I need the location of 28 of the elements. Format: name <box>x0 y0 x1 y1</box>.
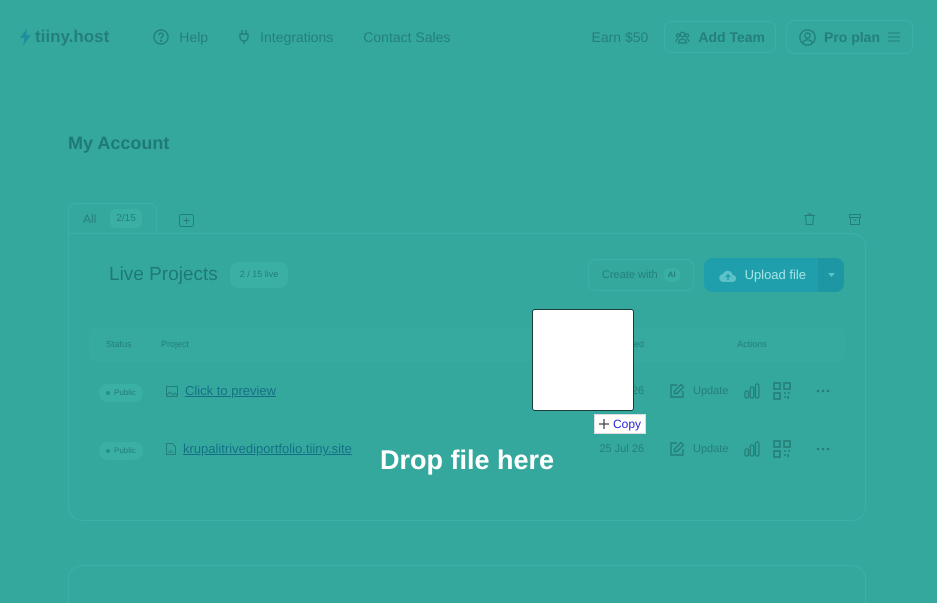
add-tab-icon[interactable] <box>178 214 194 227</box>
project-link[interactable]: krupalitrivediportfolio.tiiny.site <box>183 439 352 459</box>
qr-code-icon[interactable] <box>773 382 792 400</box>
image-icon <box>166 386 178 396</box>
trash-icon[interactable] <box>804 213 815 225</box>
more-icon[interactable] <box>816 447 830 451</box>
bar-chart-icon[interactable] <box>744 383 760 399</box>
drop-message: Drop file here <box>380 444 554 477</box>
bar-chart-icon[interactable] <box>744 441 760 457</box>
archive-icon[interactable] <box>849 214 861 225</box>
lightning-bolt-icon <box>20 28 31 46</box>
upload-options-button[interactable] <box>818 258 844 292</box>
plus-icon <box>599 419 609 429</box>
user-icon <box>798 28 816 46</box>
people-icon <box>675 30 690 44</box>
project-link[interactable]: Click to preview <box>185 381 276 401</box>
file-icon <box>166 443 176 455</box>
edit-icon[interactable] <box>669 441 685 457</box>
copy-label: Copy <box>613 416 642 433</box>
menu-icon <box>888 32 900 42</box>
edit-icon[interactable] <box>669 383 685 399</box>
caret-icon <box>828 273 834 277</box>
qr-code-icon[interactable] <box>773 440 792 458</box>
more-icon[interactable] <box>816 389 830 393</box>
upload-file-button[interactable]: Upload file <box>704 258 818 292</box>
cloud-upload-icon <box>718 268 737 282</box>
plug-icon <box>238 29 250 45</box>
help-icon <box>153 29 170 45</box>
